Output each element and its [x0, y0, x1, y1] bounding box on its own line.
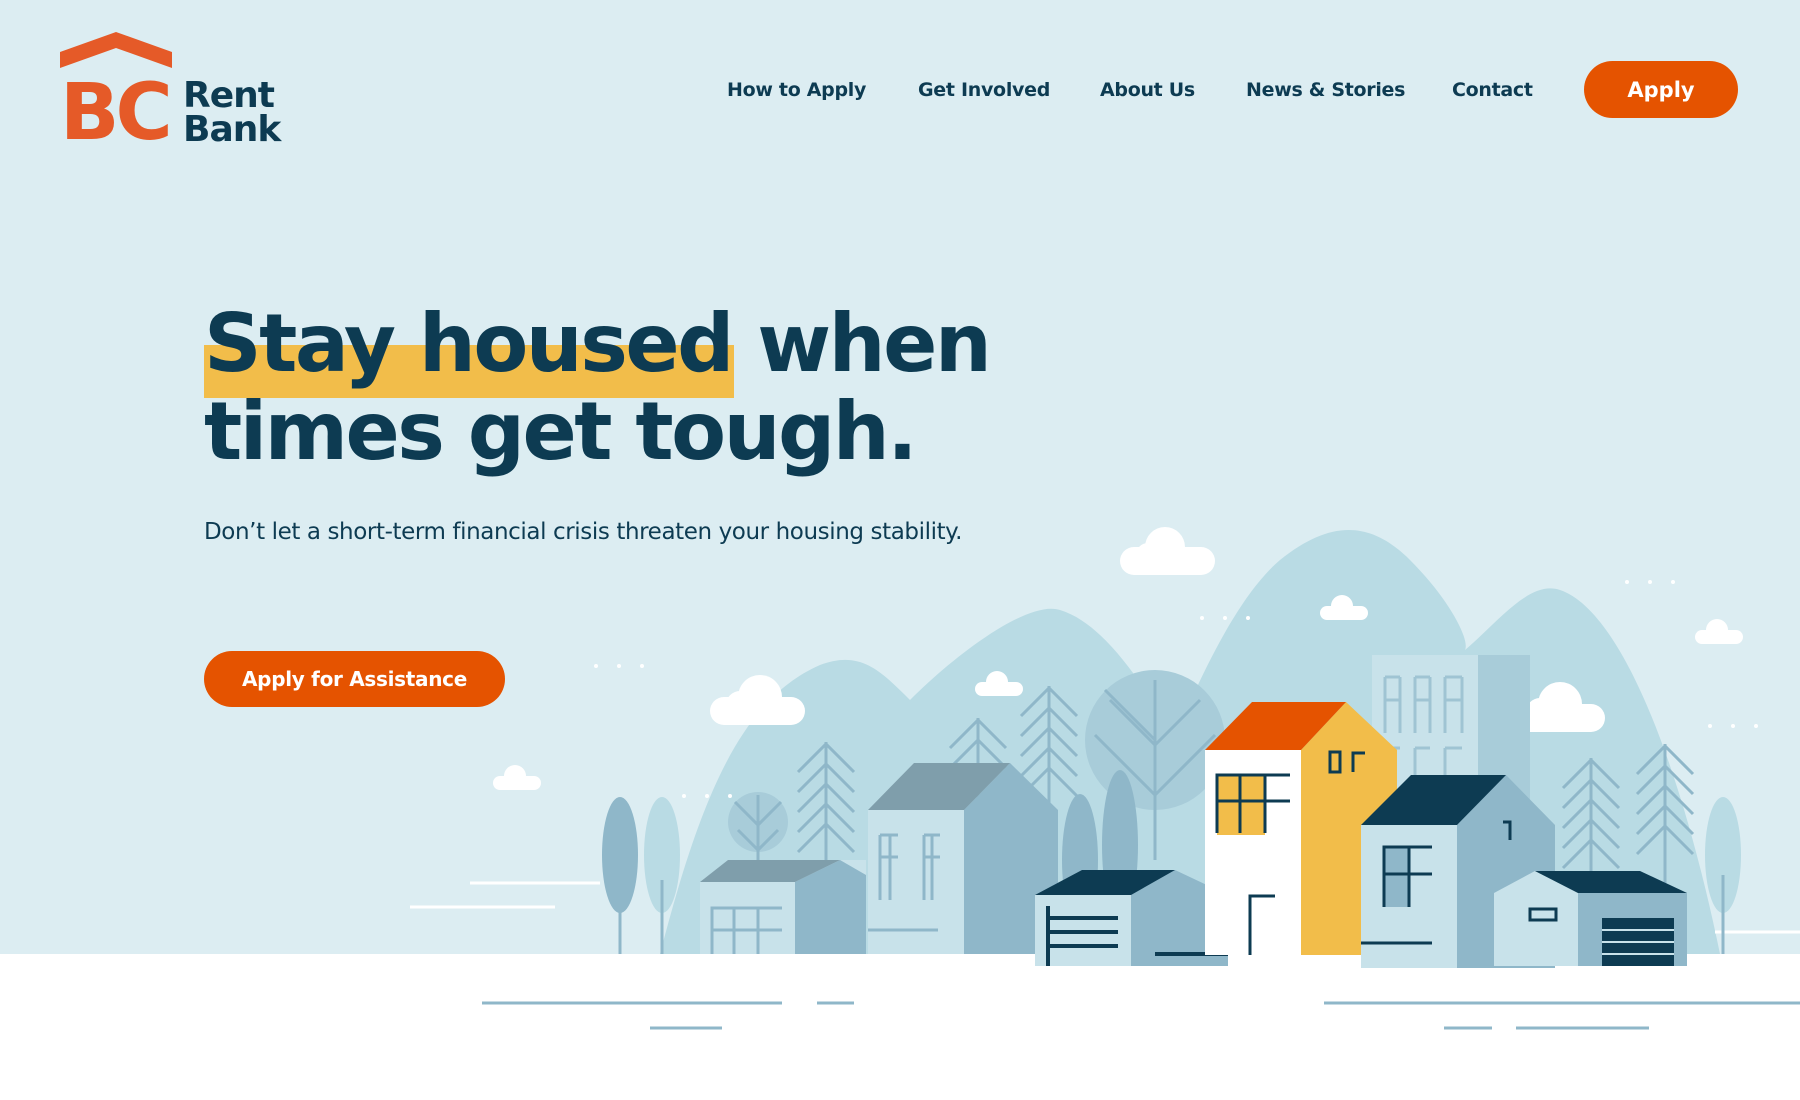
house-roof-icon [60, 32, 172, 68]
apply-button[interactable]: Apply [1584, 61, 1738, 118]
nav-link-about-us[interactable]: About Us [1100, 76, 1195, 104]
garage-right [1494, 871, 1687, 966]
apply-for-assistance-button[interactable]: Apply for Assistance [204, 651, 505, 707]
nav-link-get-involved[interactable]: Get Involved [918, 76, 1050, 104]
logo[interactable]: BC Rent Bank [60, 32, 290, 152]
logo-mark: BC [60, 68, 173, 158]
hero-subtitle: Don’t let a short-term financial crisis … [204, 519, 963, 545]
hero-headline: Stay housed when times get tough. [204, 297, 992, 478]
cloud [1120, 527, 1215, 575]
headline-line-1: Stay housed when [204, 297, 992, 398]
house-small-left [700, 860, 866, 954]
cloud [1695, 619, 1743, 644]
headline-line-2: times get tough. [204, 385, 918, 478]
house-tall-grey [868, 763, 1058, 954]
garage-left [1035, 870, 1228, 966]
cloud [493, 765, 541, 790]
nav-link-contact[interactable]: Contact [1452, 76, 1533, 104]
logo-word-bank: Bank [183, 109, 281, 150]
headline-highlight: Stay housed [204, 297, 734, 398]
road-lines [482, 1001, 1800, 1030]
headline-line-1-rest: when [731, 297, 992, 390]
nav-link-how-to-apply[interactable]: How to Apply [727, 76, 866, 104]
nav-link-news-stories[interactable]: News & Stories [1246, 76, 1405, 104]
